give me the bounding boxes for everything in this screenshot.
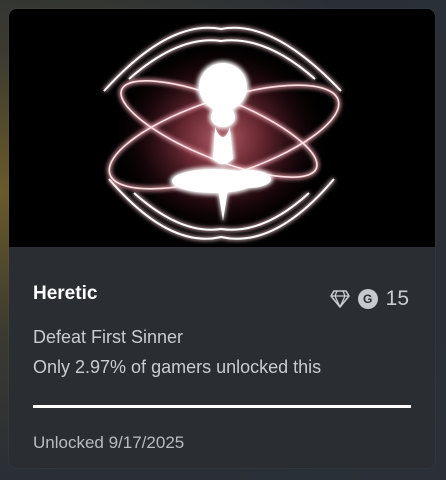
gamerscore-g-icon: G <box>357 289 378 309</box>
achievement-info: Heretic G 15 Defeat First Sinner Only 2.… <box>9 247 435 468</box>
diamond-icon <box>329 290 350 308</box>
gamerscore-value: 15 <box>385 287 409 310</box>
achievement-card[interactable]: Heretic G 15 Defeat First Sinner Only 2.… <box>9 9 435 468</box>
achievement-rarity: Only 2.97% of gamers unlocked this <box>33 357 322 377</box>
achievement-title: Heretic <box>33 283 98 304</box>
achievement-description: Defeat First Sinner <box>33 327 184 347</box>
progress-fill <box>33 405 411 408</box>
unlocked-date: Unlocked 9/17/2025 <box>33 433 185 452</box>
gamerscore-group: G 15 <box>329 287 409 311</box>
achievement-art <box>9 9 435 247</box>
achievement-progress-bar <box>33 405 411 408</box>
